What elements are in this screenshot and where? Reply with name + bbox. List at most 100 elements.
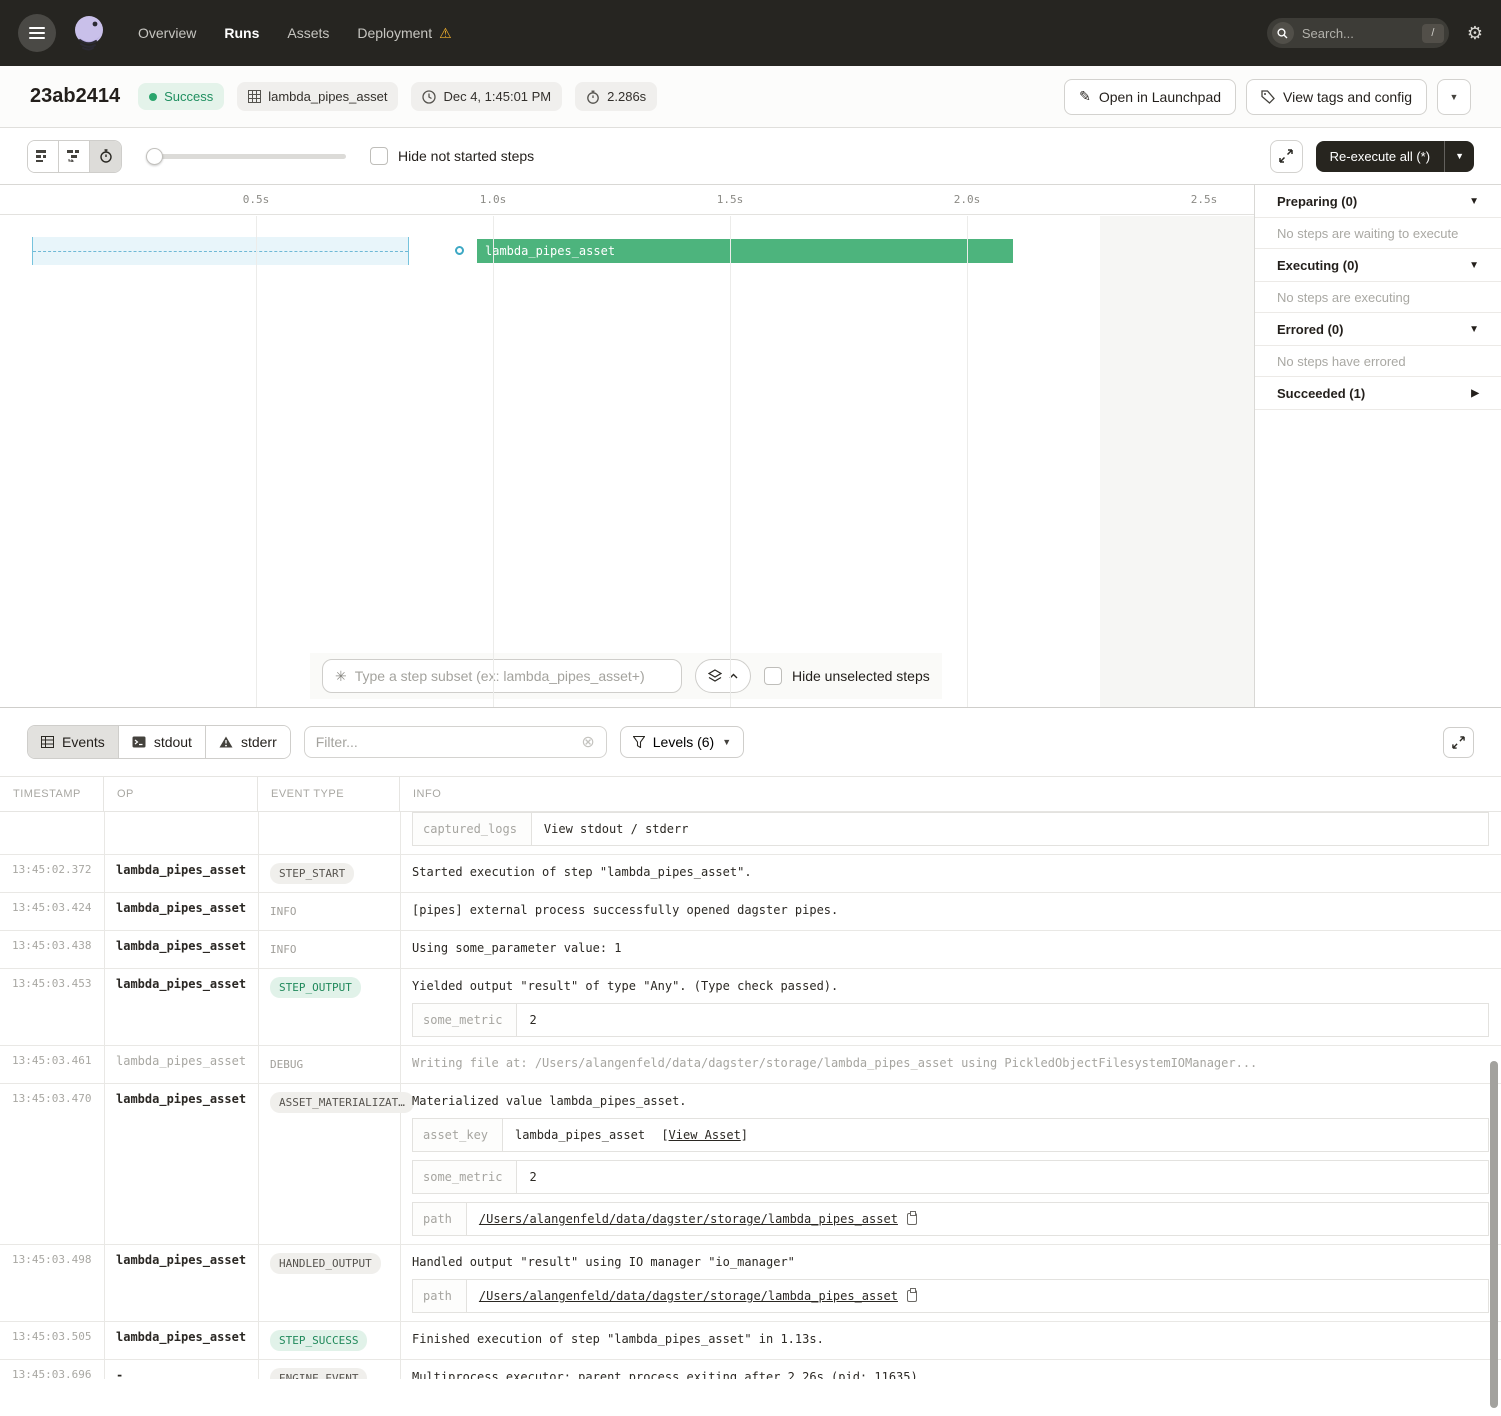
col-event-type: EVENT TYPE [258,777,400,811]
gantt-fullscreen-button[interactable] [1270,140,1303,173]
log-row[interactable]: 13:45:03.470lambda_pipes_assetASSET_MATE… [0,1084,1501,1245]
asset-tag[interactable]: lambda_pipes_asset [237,82,398,111]
dagster-logo-icon[interactable] [68,12,110,54]
view-asset-link[interactable]: View Asset [669,1128,741,1142]
run-duration: 2.286s [575,82,657,111]
log-op: lambda_pipes_asset [104,969,258,1045]
hamburger-menu-button[interactable] [18,14,56,52]
log-scrollbar-thumb[interactable] [1490,1061,1498,1408]
log-info: Yielded output "result" of type "Any". (… [400,969,1501,1045]
log-row[interactable]: 13:45:03.438lambda_pipes_assetINFOUsing … [0,931,1501,969]
hide-unselected-checkbox[interactable] [764,667,782,685]
log-row[interactable]: 13:45:03.505lambda_pipes_assetSTEP_SUCCE… [0,1322,1501,1360]
status-label: Success [164,89,213,104]
log-row[interactable]: 13:45:03.498lambda_pipes_assetHANDLED_OU… [0,1245,1501,1322]
graph-query-options-button[interactable] [695,659,751,693]
axis-tick-label: 1.0s [480,193,507,206]
clock-icon [422,90,436,104]
sidebar-section-body: No steps have errored [1255,346,1501,377]
hide-not-started-checkbox-row[interactable]: Hide not started steps [370,147,534,165]
gantt-time-axis: 0.5s1.0s1.5s2.0s2.5s [0,185,1254,215]
slider-knob[interactable] [146,148,163,165]
log-timestamp: 13:45:03.424 [0,893,104,930]
view-mode-flat-button[interactable] [28,141,59,172]
log-fullscreen-button[interactable] [1443,727,1474,758]
tab-events[interactable]: Events [28,726,119,758]
path-link[interactable]: /Users/alangenfeld/data/dagster/storage/… [479,1287,898,1305]
hide-unselected-checkbox-row[interactable]: Hide unselected steps [764,667,930,685]
search-input[interactable]: Search... / [1267,18,1449,48]
metadata-value: /Users/alangenfeld/data/dagster/storage/… [467,1203,1488,1235]
view-tags-config-button[interactable]: View tags and config [1246,79,1427,115]
copy-icon[interactable] [907,1290,917,1302]
sidebar-section-preparing[interactable]: Preparing (0)▼ [1255,185,1501,218]
metadata-entry: some_metric2 [412,1003,1489,1037]
tab-stdout[interactable]: stdout [119,726,206,758]
metadata-value: View stdout / stderr [532,813,1488,845]
log-op: lambda_pipes_asset [104,1046,258,1083]
log-row[interactable]: 13:45:03.453lambda_pipes_assetSTEP_OUTPU… [0,969,1501,1046]
log-info: Materialized value lambda_pipes_asset.as… [400,1084,1501,1244]
log-info: captured_logsView stdout / stderr [400,812,1501,854]
reexecute-all-button[interactable]: Re-execute all (*) ▼ [1316,141,1474,172]
open-in-launchpad-button[interactable]: ✎ Open in Launchpad [1064,79,1236,115]
log-timestamp [0,812,104,854]
log-row[interactable]: 13:45:02.372lambda_pipes_assetSTEP_START… [0,855,1501,893]
log-row[interactable]: 13:45:03.424lambda_pipes_assetINFO[pipes… [0,893,1501,931]
run-actions-dropdown-button[interactable]: ▼ [1437,79,1471,115]
log-op: lambda_pipes_asset [104,1245,258,1321]
log-row[interactable]: captured_logsView stdout / stderr [0,812,1501,855]
path-link[interactable]: /Users/alangenfeld/data/dagster/storage/… [479,1210,898,1228]
log-row[interactable]: 13:45:03.696-ENGINE_EVENTMultiprocess ex… [0,1360,1501,1379]
hide-not-started-checkbox[interactable] [370,147,388,165]
layers-icon [708,669,722,683]
view-mode-waterfall-button[interactable] [59,141,90,172]
event-type-badge: INFO [270,939,297,960]
log-op: - [104,1360,258,1379]
metadata-entry: asset_keylambda_pipes_asset [View Asset] [412,1118,1489,1152]
levels-dropdown-button[interactable]: Levels (6) ▼ [620,726,744,758]
event-type-badge: STEP_OUTPUT [270,977,361,998]
event-type-badge: STEP_START [270,863,354,884]
gantt-step-bar[interactable]: lambda_pipes_asset [477,239,1013,263]
search-placeholder: Search... [1294,26,1422,41]
log-toolbar: Events stdout stderr Filter... ⊗ Levels … [0,708,1501,776]
table-icon [41,736,54,748]
log-filter-input[interactable]: Filter... ⊗ [304,726,607,758]
warning-triangle-icon [219,736,233,748]
nav-item-overview[interactable]: Overview [138,25,196,42]
log-event-type: STEP_OUTPUT [258,969,400,1045]
log-info: Using some_parameter value: 1 [400,931,1501,968]
settings-gear-icon[interactable]: ⚙ [1467,23,1483,44]
log-timestamp: 13:45:03.498 [0,1245,104,1321]
step-subset-input[interactable]: ✳ Type a step subset (ex: lambda_pipes_a… [322,659,682,693]
sidebar-section-executing[interactable]: Executing (0)▼ [1255,249,1501,282]
funnel-icon [633,736,645,748]
nav-item-assets[interactable]: Assets [287,25,329,42]
log-info: Multiprocess executor: parent process ex… [400,1360,1501,1379]
reexecute-dropdown-caret[interactable]: ▼ [1445,141,1474,172]
nav-item-deployment[interactable]: Deployment⚠ [357,25,451,42]
nav-item-runs[interactable]: Runs [224,25,259,42]
log-timestamp: 13:45:03.505 [0,1322,104,1359]
log-info: Finished execution of step "lambda_pipes… [400,1322,1501,1359]
log-tabs: Events stdout stderr [27,725,291,759]
log-event-type: ASSET_MATERIALIZAT… [258,1084,400,1244]
gantt-zoom-slider[interactable] [146,148,346,165]
axis-tick-label: 1.5s [717,193,744,206]
log-timestamp: 13:45:03.696 [0,1360,104,1379]
copy-icon[interactable] [907,1213,917,1225]
stopwatch-icon [586,90,600,104]
clear-filter-icon[interactable]: ⊗ [581,732,594,752]
sidebar-section-errored[interactable]: Errored (0)▼ [1255,313,1501,346]
chevron-right-icon: ▶ [1471,388,1479,399]
run-datetime-label: Dec 4, 1:45:01 PM [443,89,551,104]
run-datetime: Dec 4, 1:45:01 PM [411,82,562,111]
log-row[interactable]: 13:45:03.461lambda_pipes_assetDEBUGWriti… [0,1046,1501,1084]
sidebar-section-succeeded[interactable]: Succeeded (1)▶ [1255,377,1501,410]
gantt-chart: 0.5s1.0s1.5s2.0s2.5s lambda_pipes_asset … [0,185,1255,707]
run-header: 23ab2414 Success lambda_pipes_asset Dec … [0,66,1501,128]
view-mode-timed-button[interactable] [90,141,121,172]
tab-stderr[interactable]: stderr [206,726,290,758]
log-event-type: INFO [258,893,400,930]
